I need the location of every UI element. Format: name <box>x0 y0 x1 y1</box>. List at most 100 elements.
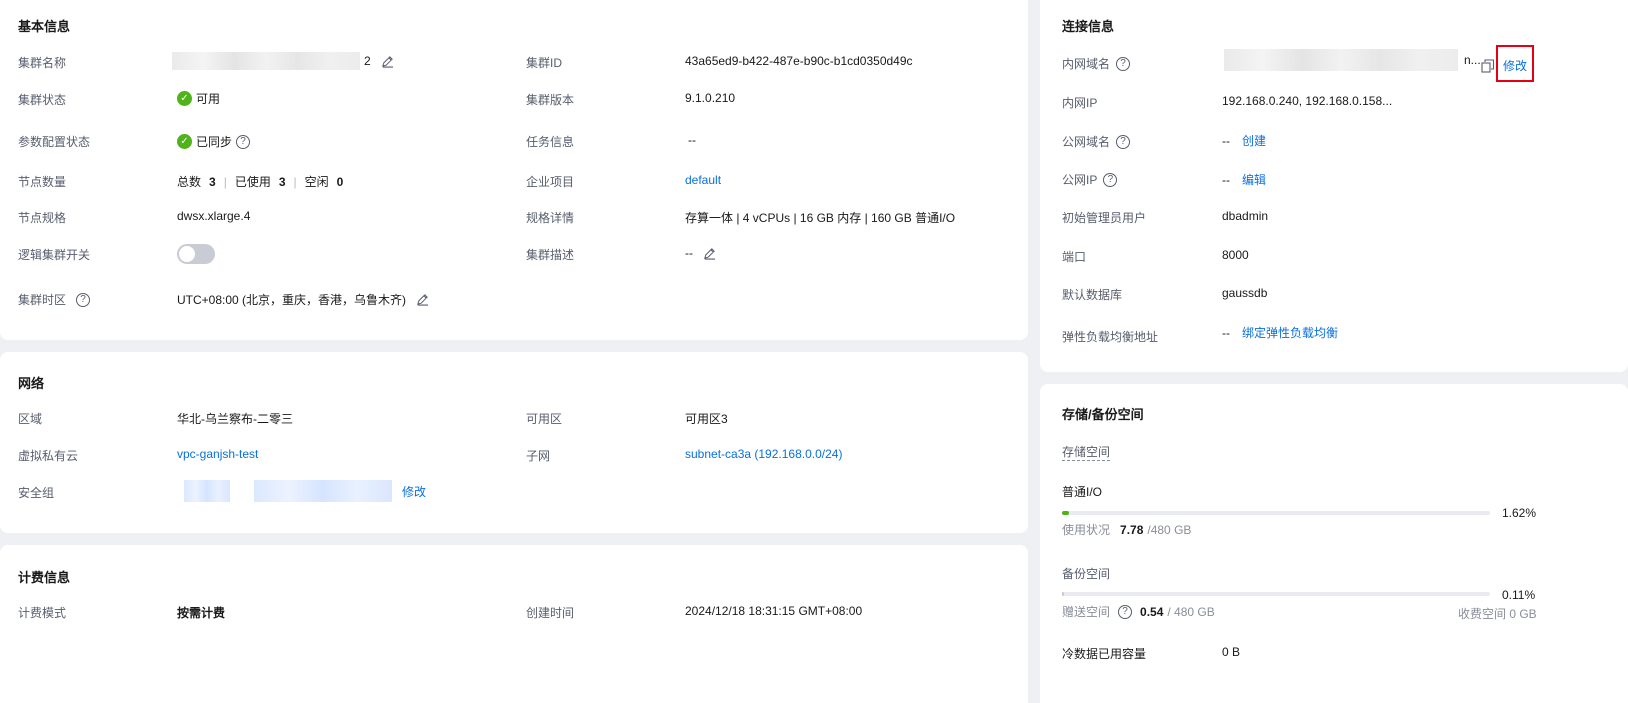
cold-data-value: 0 B <box>1222 645 1241 659</box>
subnet-label: 子网 <box>526 449 551 463</box>
usage-status-label: 使用状况 <box>1062 523 1111 537</box>
security-group-value: 修改 <box>184 480 426 502</box>
connection-card: 连接信息 内网域名 ? n... 修改 内网IP 192.168.0.240, … <box>1040 0 1628 372</box>
usage-total: /480 GB <box>1147 522 1192 537</box>
elb-address-value: -- 绑定弹性负载均衡 <box>1222 324 1338 341</box>
az-label: 可用区 <box>526 412 563 426</box>
vpc-link[interactable]: vpc-ganjsh-test <box>177 447 258 461</box>
public-domain-label: 公网域名 ? <box>1062 133 1131 150</box>
private-domain-label-text: 内网域名 <box>1062 57 1111 71</box>
node-idle: 0 <box>336 174 344 189</box>
basic-info-card: 基本信息 集群名称 2 集群状态 ✓ 可用 参数配置状态 ✓ 已同步 ? 节点数… <box>0 0 1028 340</box>
node-spec-value: dwsx.xlarge.4 <box>177 209 251 223</box>
network-title: 网络 <box>18 376 45 391</box>
copy-icon[interactable] <box>1481 59 1495 73</box>
task-info-value: -- <box>688 133 696 147</box>
network-card: 网络 区域 华北-乌兰察布-二零三 虚拟私有云 vpc-ganjsh-test … <box>0 352 1028 533</box>
backup-percent: 0.11% <box>1502 588 1536 602</box>
public-ip-text: -- <box>1222 172 1230 187</box>
created-time-label: 创建时间 <box>526 606 575 620</box>
private-domain-tail: n... <box>1464 53 1481 67</box>
node-total: 3 <box>209 174 216 189</box>
storage-space-label: 存储空间 <box>1062 443 1111 461</box>
public-ip-label-text: 公网IP <box>1062 173 1098 187</box>
private-ip-label: 内网IP <box>1062 96 1098 110</box>
node-used: 3 <box>278 174 286 189</box>
logical-cluster-toggle[interactable] <box>177 244 215 264</box>
private-domain-modify-link[interactable]: 修改 <box>1503 57 1527 74</box>
cluster-version-label: 集群版本 <box>526 93 575 107</box>
gift-used: 0.54 <box>1140 604 1164 619</box>
public-domain-label-text: 公网域名 <box>1062 135 1111 149</box>
spec-detail-value: 存算一体 | 4 vCPUs | 16 GB 内存 | 160 GB 普通I/O <box>685 211 956 225</box>
admin-user-label: 初始管理员用户 <box>1062 211 1147 225</box>
security-group-label: 安全组 <box>18 486 55 500</box>
billing-title: 计费信息 <box>18 570 71 585</box>
connection-title: 连接信息 <box>1062 19 1115 34</box>
help-icon[interactable]: ? <box>1116 134 1131 149</box>
storage-space-label-text[interactable]: 存储空间 <box>1062 443 1111 461</box>
edit-icon[interactable] <box>416 293 429 306</box>
help-icon[interactable]: ? <box>1103 172 1118 187</box>
node-count-value: 总数 3 | 已使用 3 | 空闲 0 <box>177 173 343 190</box>
security-group-redacted <box>254 480 392 502</box>
security-group-modify-link[interactable]: 修改 <box>402 483 426 500</box>
spec-detail-label: 规格详情 <box>526 211 575 225</box>
default-db-value: gaussdb <box>1222 286 1268 300</box>
billing-mode-label: 计费模式 <box>18 606 67 620</box>
cluster-name-value: 2 <box>172 52 394 70</box>
cluster-status-text: 可用 <box>196 92 221 106</box>
public-domain-value: -- 创建 <box>1222 132 1266 149</box>
divider: | <box>293 174 297 189</box>
node-idle-label: 空闲 <box>304 175 329 189</box>
timezone-label-text: 集群时区 <box>18 293 67 307</box>
admin-user-value: dbadmin <box>1222 209 1269 223</box>
cluster-status-label: 集群状态 <box>18 93 67 107</box>
bind-elb-link[interactable]: 绑定弹性负载均衡 <box>1242 324 1338 341</box>
vpc-label: 虚拟私有云 <box>18 449 79 463</box>
port-value: 8000 <box>1222 248 1249 262</box>
create-public-domain-link[interactable]: 创建 <box>1242 132 1266 149</box>
elb-address-text: -- <box>1222 325 1230 340</box>
public-ip-label: 公网IP ? <box>1062 171 1118 188</box>
billing-card: 计费信息 计费模式 按需计费 创建时间 2024/12/18 18:31:15 … <box>0 545 1028 703</box>
public-domain-text: -- <box>1222 133 1230 148</box>
usage-status: 使用状况 7.78 /480 GB <box>1062 521 1191 538</box>
help-icon[interactable]: ? <box>1116 56 1131 71</box>
private-domain-redacted <box>1224 49 1458 71</box>
help-icon[interactable]: ? <box>76 292 91 307</box>
help-icon[interactable]: ? <box>236 134 251 149</box>
enterprise-project-link[interactable]: default <box>685 173 721 187</box>
task-info-label: 任务信息 <box>526 135 575 149</box>
storage-title: 存储/备份空间 <box>1062 407 1144 422</box>
az-value: 可用区3 <box>685 412 728 426</box>
subnet-link[interactable]: subnet-ca3a (192.168.0.0/24) <box>685 447 842 461</box>
gift-total: / 480 GB <box>1167 604 1215 619</box>
storage-card: 存储/备份空间 存储空间 普通I/O 1.62% 使用状况 7.78 /480 … <box>1040 384 1628 703</box>
edit-icon[interactable] <box>381 55 394 68</box>
check-circle-icon: ✓ <box>177 91 192 106</box>
normal-io-progress-bar <box>1062 511 1490 515</box>
cluster-name-suffix: 2 <box>364 54 371 68</box>
edit-public-ip-link[interactable]: 编辑 <box>1242 171 1266 188</box>
region-label: 区域 <box>18 412 43 426</box>
backup-space-label: 备份空间 <box>1062 567 1111 581</box>
cluster-name-label: 集群名称 <box>18 56 67 70</box>
created-time-value: 2024/12/18 18:31:15 GMT+08:00 <box>685 604 863 618</box>
cluster-desc-value: -- <box>685 246 716 260</box>
gift-space: 赠送空间 ? 0.54 / 480 GB <box>1062 603 1215 620</box>
normal-io-label: 普通I/O <box>1062 485 1103 499</box>
cluster-id-label: 集群ID <box>526 56 563 70</box>
default-db-label: 默认数据库 <box>1062 288 1123 302</box>
help-icon[interactable]: ? <box>1118 604 1133 619</box>
node-used-label: 已使用 <box>234 175 271 189</box>
param-status-text: 已同步 <box>196 135 233 149</box>
divider: | <box>223 174 227 189</box>
usage-used: 7.78 <box>1120 522 1144 537</box>
node-total-label: 总数 <box>177 175 202 189</box>
edit-icon[interactable] <box>703 247 716 260</box>
param-status-value: ✓ 已同步 ? <box>177 133 251 150</box>
public-ip-value: -- 编辑 <box>1222 171 1266 188</box>
normal-io-progress-fill <box>1062 511 1069 515</box>
charged-space: 收费空间 0 GB <box>1458 607 1537 621</box>
